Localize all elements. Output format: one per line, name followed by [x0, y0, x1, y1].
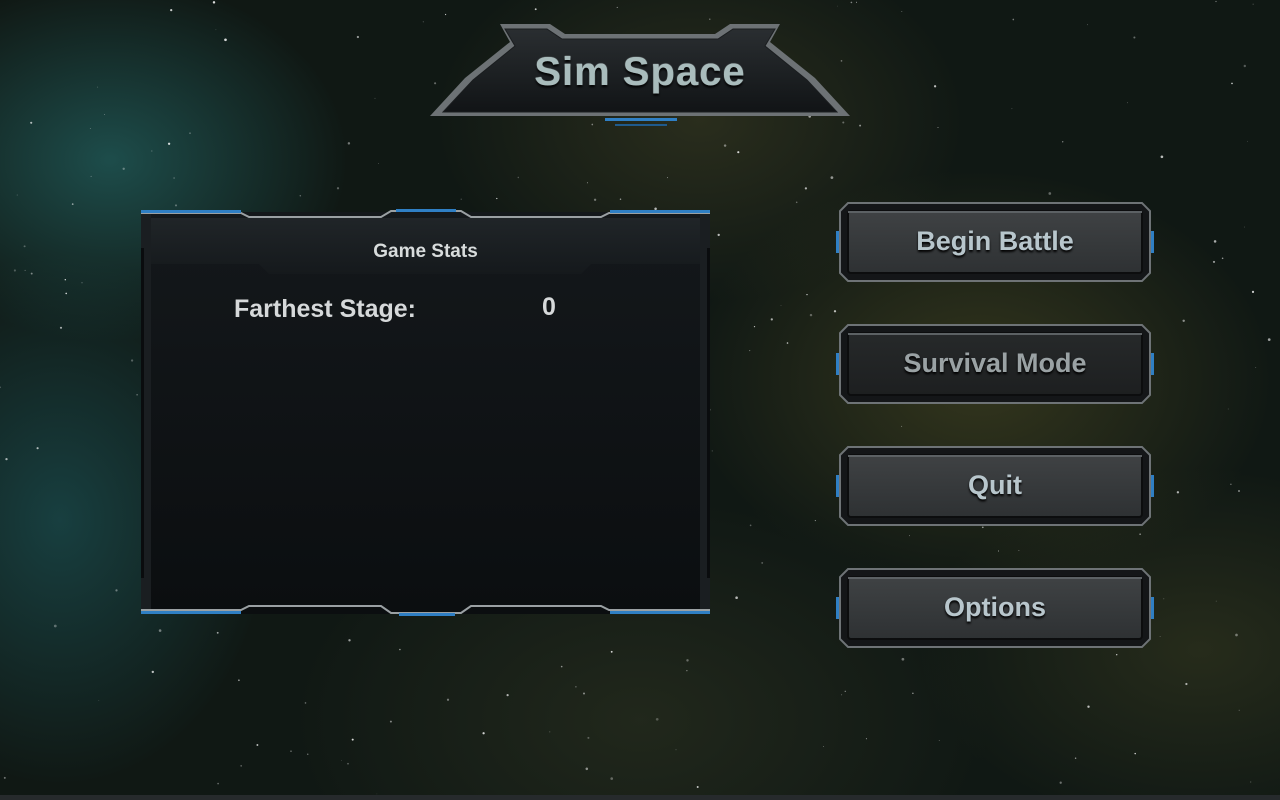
survival-mode-button[interactable]: Survival Mode — [836, 323, 1154, 405]
begin-battle-button[interactable]: Begin Battle — [836, 201, 1154, 283]
game-stats-panel: Game Stats Farthest Stage: 0 — [141, 208, 710, 617]
stats-panel-header: Game Stats — [373, 241, 478, 262]
quit-label: Quit — [968, 470, 1022, 500]
bottom-strip — [0, 795, 1280, 800]
farthest-stage-label: Farthest Stage: — [234, 295, 416, 323]
title-plate: Sim Space — [425, 20, 855, 132]
game-title: Sim Space — [534, 50, 746, 94]
survival-mode-label: Survival Mode — [903, 348, 1087, 378]
farthest-stage-value: 0 — [542, 293, 556, 321]
begin-battle-label: Begin Battle — [916, 226, 1074, 256]
options-label: Options — [944, 592, 1046, 622]
options-button[interactable]: Options — [836, 567, 1154, 649]
quit-button[interactable]: Quit — [836, 445, 1154, 527]
